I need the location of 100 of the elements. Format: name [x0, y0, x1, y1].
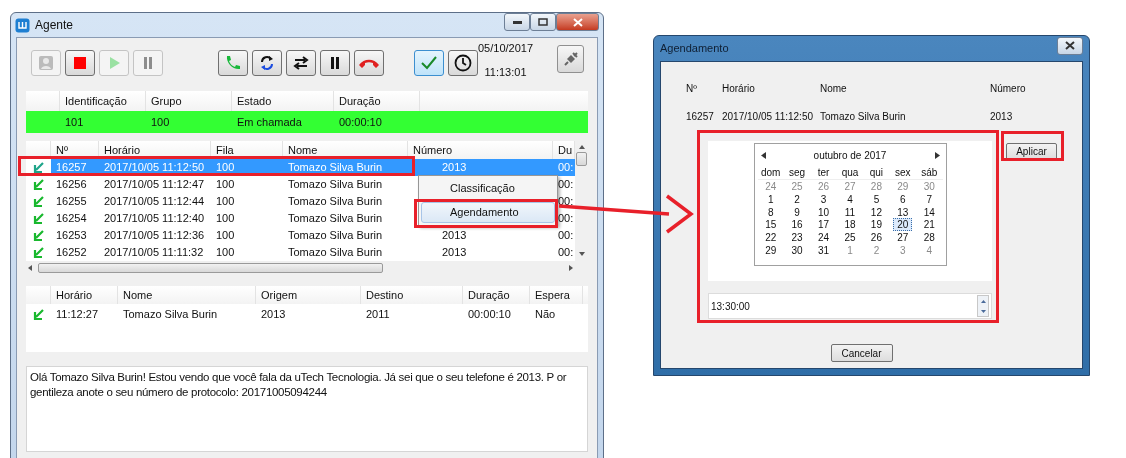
incoming-call-icon	[33, 308, 44, 320]
calendar-day[interactable]: 27	[893, 231, 913, 244]
field-label: Nº	[686, 82, 698, 96]
table-cell: 16255	[56, 195, 87, 208]
calendar-day[interactable]: 5	[869, 192, 884, 206]
table-cell: 00:	[558, 178, 574, 191]
calendar-day[interactable]: 16	[787, 218, 807, 232]
table-cell: 16253	[56, 229, 87, 242]
previous-month-icon[interactable]	[760, 151, 766, 159]
weekday-label: qui	[868, 166, 885, 179]
calendar-day[interactable]: 27	[840, 180, 860, 193]
calendar-day[interactable]: 24	[814, 231, 834, 244]
calendar-day[interactable]: 25	[840, 231, 860, 244]
calendar-day[interactable]: 13	[893, 205, 913, 219]
call-row[interactable]: 16256 2017/10/05 11:12:47 100 Tomazo Silva Burin	[51, 176, 408, 193]
table-cell: 00:	[558, 195, 574, 208]
call-row[interactable]: 16252 2017/10/05 11:11:32 100 Tomazo Silva Burin	[51, 244, 408, 261]
toolbar-button[interactable]	[252, 50, 282, 76]
calendar-day[interactable]: 15	[761, 218, 781, 232]
calendar-day[interactable]: 14	[919, 205, 939, 219]
scrollbar-thumb[interactable]	[38, 262, 383, 273]
calendar-day[interactable]: 19	[866, 218, 886, 232]
time-field[interactable]: 13:30:00	[708, 293, 992, 319]
table-cell: 100	[216, 161, 235, 174]
calendar-day[interactable]: 1	[843, 244, 857, 257]
close-button[interactable]	[556, 13, 599, 31]
table-cell: 100	[216, 195, 235, 208]
calendar-day[interactable]: 25	[787, 180, 807, 193]
calendar-day[interactable]: 10	[814, 205, 834, 219]
weekday-label: seg	[788, 166, 807, 179]
calendar-day[interactable]: 2	[790, 192, 804, 206]
close-icon	[1065, 41, 1075, 50]
calendar-day[interactable]: 2	[869, 244, 884, 257]
field-label: Nome	[820, 82, 848, 96]
scroll-right-icon	[569, 264, 573, 271]
column-header: Duração	[463, 286, 530, 304]
calendar-day[interactable]: 1	[763, 192, 778, 206]
table-cell: Tomazo Silva Burin	[288, 229, 383, 242]
menu-item[interactable]: Classificação	[421, 178, 555, 199]
pause-icon	[328, 56, 342, 70]
calendar-day[interactable]: 23	[787, 231, 807, 244]
app-logo-icon	[15, 17, 30, 33]
toolbar-button[interactable]	[448, 50, 478, 76]
calendar-day[interactable]: 8	[763, 205, 778, 219]
table-cell: 2017/10/05 11:11:32	[104, 246, 204, 259]
calendar-day[interactable]: 22	[761, 231, 781, 244]
table-cell: 00:	[558, 229, 574, 242]
call-row[interactable]: 16253 2017/10/05 11:12:36 100 Tomazo Silva Burin	[51, 227, 408, 244]
minimize-button[interactable]	[504, 13, 530, 31]
toolbar-button[interactable]	[286, 50, 316, 76]
calendar[interactable]: outubro de 2017 dom seg ter qua qui sex sáb 24 25 26 27 28 29 30 1 2 3 4 5 6 7 8 9 10 11 12 13 14 15 16 17 18 19 20 21 22 23 24 25 26 27 28 29 30 31 1 2 3 4	[753, 143, 947, 266]
calendar-day[interactable]: 29	[761, 244, 781, 257]
table-cell: 16257	[56, 161, 87, 174]
calendar-day[interactable]: 28	[919, 231, 939, 244]
calendar-day[interactable]: 29	[893, 180, 913, 193]
table-cell: Tomazo Silva Burin	[288, 161, 383, 174]
calendar-day[interactable]: 24	[761, 180, 781, 193]
table-cell: Tomazo Silva Burin	[288, 246, 383, 259]
connection-button[interactable]	[557, 45, 584, 73]
calendar-day[interactable]: 26	[866, 231, 886, 244]
column-header: Espera	[530, 286, 583, 304]
calendar-day[interactable]: 7	[922, 192, 937, 206]
call-row[interactable]: 16254 2017/10/05 11:12:40 100 Tomazo Silva Burin	[51, 210, 408, 227]
scrollbar-thumb[interactable]	[576, 152, 587, 166]
calendar-day[interactable]: 21	[919, 218, 939, 232]
sync-icon	[258, 54, 276, 72]
calendar-day[interactable]: 3	[816, 192, 831, 206]
spin-buttons[interactable]	[977, 295, 989, 317]
calendar-day[interactable]: 17	[814, 218, 834, 232]
call-row[interactable]: 16255 2017/10/05 11:12:44 100 Tomazo Silva Burin	[51, 193, 408, 210]
menu-item[interactable]: Agendamento	[421, 202, 555, 223]
calendar-day[interactable]: 9	[790, 205, 804, 219]
calendar-day[interactable]: 18	[840, 218, 860, 232]
column-header: Horário	[51, 286, 118, 304]
table-cell: 00:	[558, 212, 574, 225]
field-value: 16257	[686, 110, 715, 124]
calendar-day[interactable]: 12	[866, 205, 886, 219]
close-button[interactable]	[1057, 36, 1083, 55]
calendar-day[interactable]: 4	[843, 192, 857, 206]
toolbar-button[interactable]	[320, 50, 350, 76]
calendar-day[interactable]: 3	[896, 244, 910, 257]
next-month-icon[interactable]	[934, 151, 940, 159]
calendar-day[interactable]: 6	[896, 192, 910, 206]
table-cell: 2017/10/05 11:12:44	[104, 195, 205, 208]
calendar-day[interactable]: 31	[814, 244, 834, 257]
calendar-day[interactable]: 30	[919, 180, 939, 193]
message-text-area[interactable]: Olá Tomazo Silva Burin! Estou vendo que você fala da uTech Tecnologia. Já sei que o seu telefone é 2013. P or gentileza anote o seu número de protocolo: 20171005094244	[26, 366, 588, 452]
cancel-button[interactable]: Cancelar	[830, 344, 893, 362]
table-cell: 11:12:27	[56, 307, 98, 320]
calendar-day[interactable]: 26	[814, 180, 834, 193]
maximize-button[interactable]	[530, 13, 556, 31]
field-value: 2017/10/05 11:12:50	[722, 110, 814, 124]
table-cell: Tomazo Silva Burin	[123, 307, 218, 320]
down-icon	[980, 309, 986, 313]
calendar-day[interactable]: 30	[787, 244, 807, 257]
calendar-day[interactable]: 20	[893, 218, 913, 232]
close-icon	[572, 17, 583, 27]
calendar-day[interactable]: 28	[866, 180, 886, 193]
calendar-day[interactable]: 11	[840, 205, 860, 219]
field-label: Número	[990, 82, 1027, 96]
